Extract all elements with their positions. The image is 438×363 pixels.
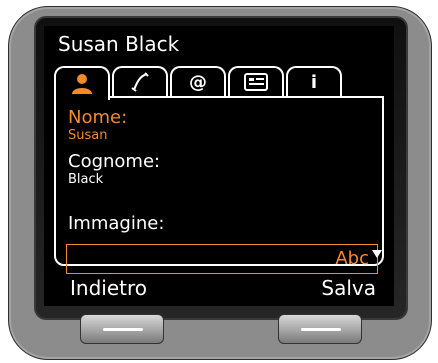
back-softkey[interactable]: Indietro <box>70 276 147 300</box>
right-hardware-button[interactable] <box>278 314 362 344</box>
softkey-bar: Indietro Salva <box>44 272 394 306</box>
cognome-label: Cognome: <box>68 151 161 172</box>
display-screen: Susan Black @ i Nome: Susan Cognome: Bla… <box>44 26 394 306</box>
cognome-value[interactable]: Black <box>68 173 103 187</box>
phone-handset-icon <box>131 72 149 92</box>
tab-phone[interactable] <box>112 66 168 96</box>
immagine-input[interactable]: Abc <box>66 244 378 274</box>
contact-card-icon <box>244 73 268 91</box>
page-title: Susan Black <box>58 32 180 56</box>
tab-card[interactable] <box>228 66 284 96</box>
contact-form: Nome: Susan Cognome: Black Immagine: Abc <box>54 96 384 274</box>
tab-bar: @ i <box>54 66 384 100</box>
tab-info[interactable]: i <box>286 66 342 96</box>
left-hardware-button[interactable] <box>80 314 164 344</box>
scroll-down-icon[interactable] <box>372 250 382 258</box>
info-icon: i <box>310 71 318 93</box>
at-sign-icon: @ <box>189 71 207 93</box>
tab-email[interactable]: @ <box>170 66 226 96</box>
immagine-label: Immagine: <box>68 213 165 234</box>
input-mode-indicator: Abc <box>335 248 369 269</box>
nome-value[interactable]: Susan <box>68 129 107 143</box>
tab-person[interactable] <box>54 66 110 100</box>
nome-label: Nome: <box>68 107 128 128</box>
save-softkey[interactable]: Salva <box>321 276 376 300</box>
person-icon <box>72 74 92 94</box>
